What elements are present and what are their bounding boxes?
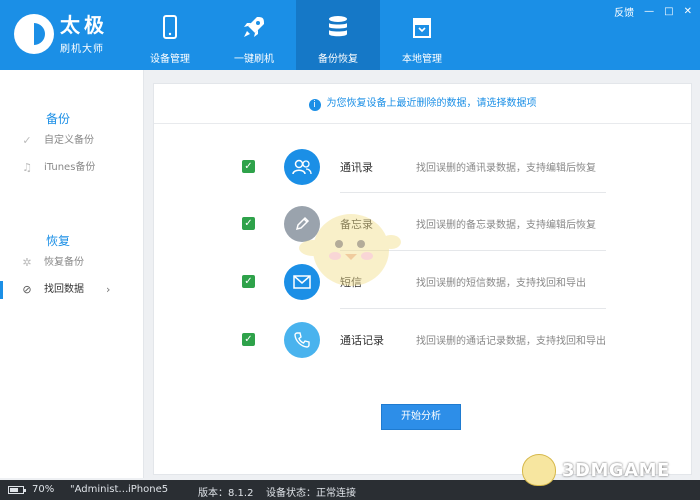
item-name: 通讯录 <box>340 161 373 174</box>
nav-label: 备份恢复 <box>318 54 358 65</box>
row-divider <box>340 192 606 193</box>
device-user: "Administ… <box>70 484 129 495</box>
maximize-icon[interactable]: □ <box>664 6 673 17</box>
item-desc: 找回误删的备忘录数据，支持编辑后恢复 <box>416 220 596 231</box>
row-divider <box>340 308 606 309</box>
phone-icon <box>163 15 177 39</box>
clock-icon: ⊘ <box>22 283 32 296</box>
box-icon <box>413 18 431 38</box>
sidebar-item-label: 找回数据 <box>44 284 84 295</box>
music-note-icon: ♫ <box>22 161 32 174</box>
nav-backup-restore[interactable]: 备份恢复 <box>296 0 380 70</box>
battery-percent: 70% <box>32 484 55 495</box>
info-icon: i <box>308 99 321 111</box>
firmware-version: 版本：8.1.2 <box>198 488 254 499</box>
sidebar-item-label: iTunes备份 <box>44 162 96 173</box>
data-item-call-log: ✓ 通话记录 找回误删的通话记录数据，支持找回和导出 <box>234 320 634 360</box>
sidebar-item-label: 恢复备份 <box>44 257 84 268</box>
mascot-watermark-icon <box>299 214 401 286</box>
minimize-icon[interactable]: — <box>644 6 654 17</box>
check-icon: ✓ <box>22 134 32 147</box>
sidebar-section-restore: 恢复 <box>46 234 71 248</box>
data-item-contacts: ✓ 通讯录 找回误删的通讯录数据，支持编辑后恢复 <box>234 147 634 187</box>
notes-checkbox[interactable]: ✓ <box>242 217 255 230</box>
sidebar-item-label: 自定义备份 <box>44 135 94 146</box>
watermark-text: 3DMGAME <box>562 460 670 481</box>
sidebar: 备份 ✓ 自定义备份 ♫ iTunes备份 恢复 ✲ 恢复备份 ⊘ 找回数据 › <box>0 70 144 478</box>
contacts-icon <box>284 149 320 185</box>
item-desc: 找回误删的通讯录数据，支持编辑后恢复 <box>416 163 596 174</box>
sidebar-section-backup: 备份 <box>46 112 71 126</box>
logo-title: 太极 <box>60 13 108 37</box>
feedback-link[interactable]: 反馈 <box>614 4 634 19</box>
app-header: 太极 刷机大师 设备管理 一键刷机 备份恢复 本地管理 反馈 — □ ✕ <box>0 0 700 70</box>
mascot-logo-icon <box>522 454 556 486</box>
main-panel: i 为您恢复设备上最近删除的数据，请选择数据项 ✓ 通讯录 找回误删的通讯录数据，… <box>153 83 692 475</box>
sidebar-item-itunes-backup[interactable]: ♫ iTunes备份 <box>0 155 143 181</box>
nav-device-manage[interactable]: 设备管理 <box>128 0 212 70</box>
item-desc: 找回误删的短信数据，支持找回和导出 <box>416 278 586 289</box>
nav-label: 一键刷机 <box>234 54 274 65</box>
device-status: 设备状态：正常连接 <box>266 488 356 499</box>
logo-subtitle: 刷机大师 <box>60 44 104 55</box>
gear-icon: ✲ <box>22 256 32 269</box>
battery-fill <box>10 488 18 492</box>
close-icon[interactable]: ✕ <box>684 6 692 17</box>
database-icon <box>329 16 347 37</box>
start-analysis-button[interactable]: 开始分析 <box>381 404 461 430</box>
nav-label: 设备管理 <box>150 54 190 65</box>
sms-checkbox[interactable]: ✓ <box>242 275 255 288</box>
sidebar-item-recover-data[interactable]: ⊘ 找回数据 › <box>0 277 143 303</box>
nav-one-click-flash[interactable]: 一键刷机 <box>212 0 296 70</box>
chevron-right-icon: › <box>106 283 111 296</box>
rocket-icon <box>244 17 264 37</box>
call-log-checkbox[interactable]: ✓ <box>242 333 255 346</box>
battery-icon <box>8 486 26 494</box>
taichi-logo-icon <box>14 14 54 54</box>
item-desc: 找回误删的通话记录数据，支持找回和导出 <box>416 336 606 347</box>
sidebar-item-custom-backup[interactable]: ✓ 自定义备份 <box>0 128 143 154</box>
main-nav: 设备管理 一键刷机 备份恢复 本地管理 <box>128 0 464 70</box>
notice-text: 为您恢复设备上最近删除的数据，请选择数据项 <box>326 98 537 109</box>
device-model: iPhone5 <box>128 484 169 495</box>
phone-handset-icon <box>284 322 320 358</box>
item-name: 通话记录 <box>340 334 384 347</box>
site-watermark: 3DMGAME <box>518 452 698 488</box>
window-controls: 反馈 — □ ✕ <box>614 4 692 19</box>
sidebar-item-restore-backup[interactable]: ✲ 恢复备份 <box>0 250 143 276</box>
notice-bar: i 为您恢复设备上最近删除的数据，请选择数据项 <box>154 84 691 124</box>
nav-local-manage[interactable]: 本地管理 <box>380 0 464 70</box>
contacts-checkbox[interactable]: ✓ <box>242 160 255 173</box>
nav-label: 本地管理 <box>402 54 442 65</box>
